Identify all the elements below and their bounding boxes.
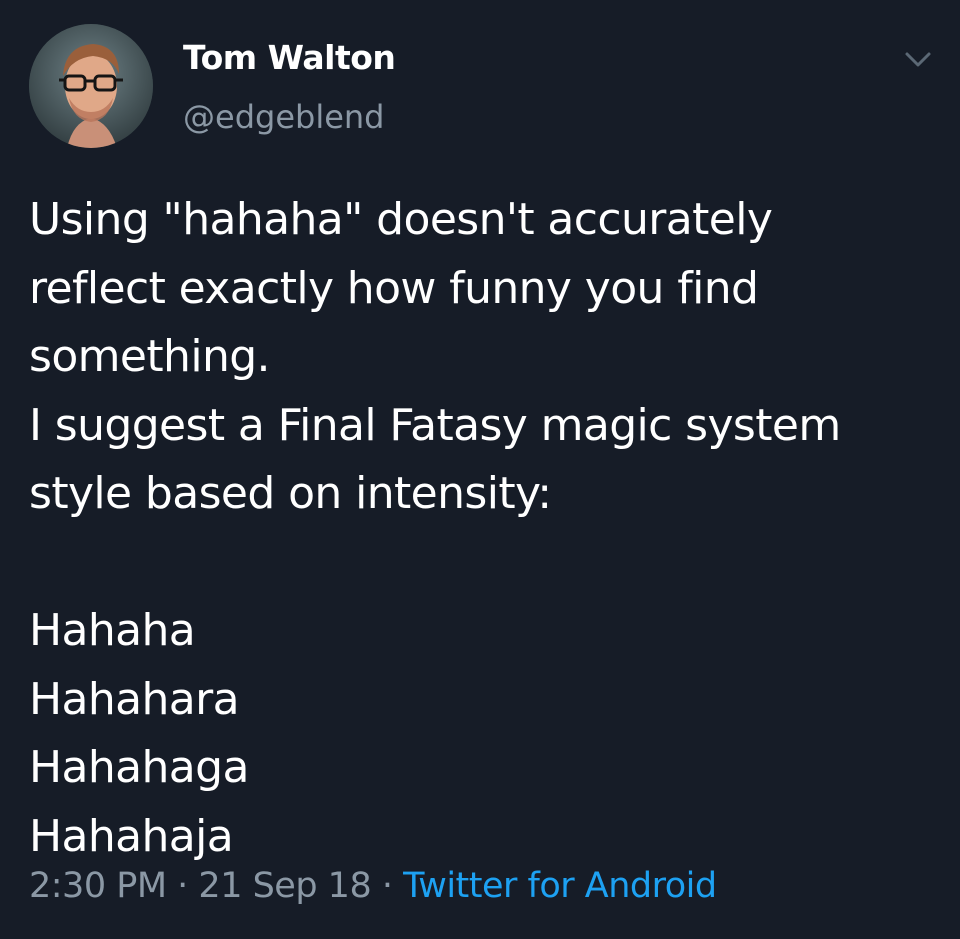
tweet-list-item: Hahahaja	[29, 810, 234, 862]
author-display-name[interactable]: Tom Walton	[183, 38, 396, 77]
meta-separator: ·	[166, 866, 199, 906]
tweet-line: style based on intensity:	[29, 468, 552, 519]
tweet-line: reflect exactly how funny you find	[29, 262, 759, 314]
tweet-time[interactable]: 2:30 PM	[29, 866, 167, 906]
meta-separator: ·	[371, 866, 404, 906]
tweet-list-item: Hahaha	[29, 605, 196, 656]
author-handle[interactable]: @edgeblend	[183, 98, 384, 136]
tweet-meta: 2:30 PM · 21 Sep 18 · Twitter for Androi…	[29, 866, 717, 906]
tweet-list-item: Hahahaga	[29, 742, 249, 793]
avatar[interactable]	[29, 24, 153, 148]
tweet-line: Using "hahaha" doesn't accurately	[29, 194, 773, 245]
profile-photo-icon	[29, 24, 153, 148]
tweet-line: I suggest a Final Fatasy magic system	[29, 399, 841, 451]
tweet-line: something.	[29, 331, 271, 382]
more-options-button[interactable]	[900, 46, 936, 74]
tweet-text: Using "hahaha" doesn't accurately reflec…	[29, 186, 939, 871]
tweet-date[interactable]: 21 Sep 18	[198, 866, 371, 906]
tweet-list-item: Hahahara	[29, 673, 240, 725]
chevron-down-icon	[905, 52, 931, 67]
tweet-source-link[interactable]: Twitter for Android	[403, 866, 717, 906]
tweet-card: Tom Walton @edgeblend Using "hahaha" doe…	[0, 0, 960, 939]
